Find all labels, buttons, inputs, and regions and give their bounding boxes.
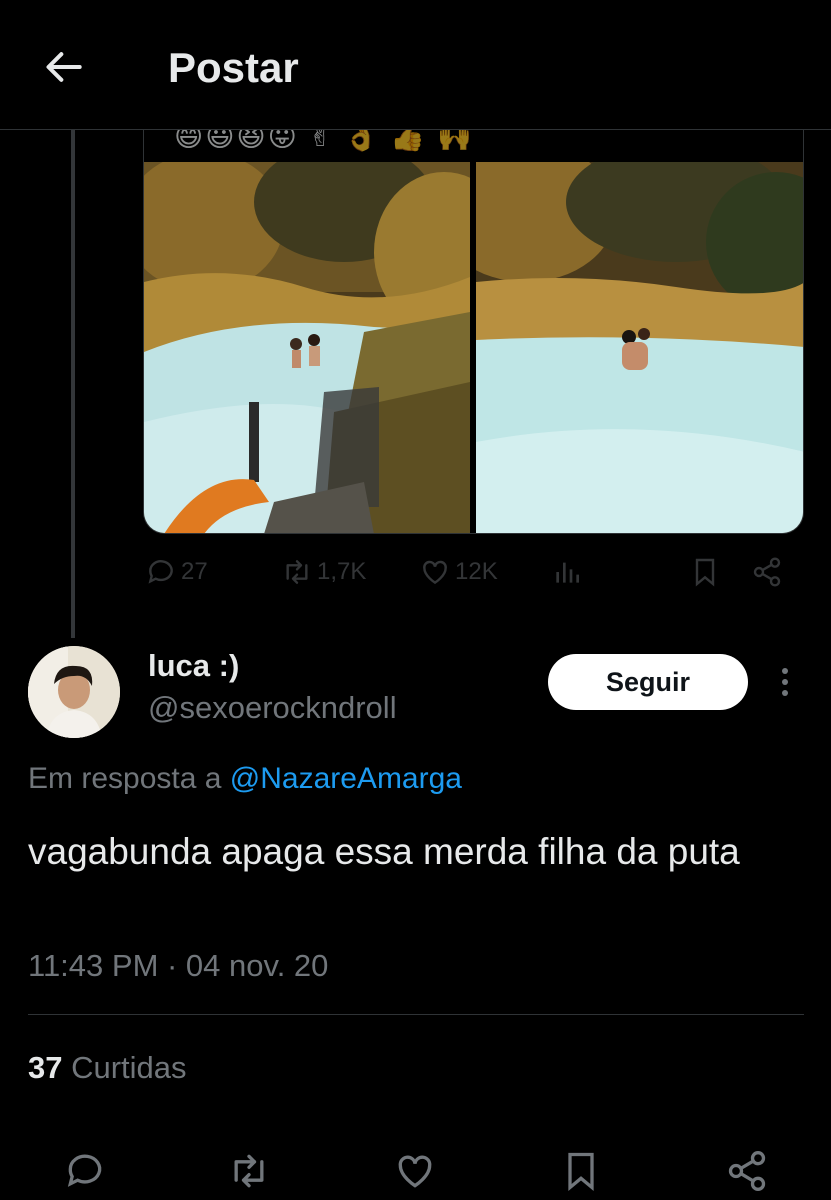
retweet-icon bbox=[286, 560, 308, 584]
media-photo-right[interactable] bbox=[476, 162, 803, 533]
display-name[interactable]: luca :) bbox=[148, 648, 239, 684]
parent-views-button[interactable] bbox=[551, 556, 583, 588]
share-icon bbox=[753, 557, 781, 587]
media-photo-left[interactable] bbox=[144, 162, 470, 533]
reply-button[interactable] bbox=[60, 1146, 110, 1196]
avatar[interactable] bbox=[28, 646, 120, 738]
retweet-button[interactable] bbox=[224, 1146, 274, 1196]
likes-summary[interactable]: 37 Curtidas bbox=[28, 1050, 187, 1086]
bookmark-button[interactable] bbox=[556, 1146, 606, 1196]
more-dots-icon bbox=[782, 668, 788, 674]
views-chart-icon bbox=[556, 562, 579, 583]
like-button[interactable] bbox=[390, 1146, 440, 1196]
likes-label: Curtidas bbox=[71, 1050, 187, 1085]
more-options-button[interactable] bbox=[770, 664, 800, 700]
reply-icon bbox=[148, 560, 173, 584]
tweet-timestamp[interactable]: 11:43 PM · 04 nov. 20 bbox=[28, 948, 328, 984]
bookmark-icon bbox=[695, 558, 715, 587]
follow-button[interactable]: Seguir bbox=[548, 654, 748, 710]
reply-icon bbox=[67, 1154, 102, 1187]
likes-count: 37 bbox=[28, 1050, 63, 1085]
parent-retweet-button[interactable]: 1,7K bbox=[281, 556, 366, 588]
parent-like-count: 12K bbox=[455, 558, 498, 585]
parent-reply-button[interactable]: 27 bbox=[145, 556, 208, 588]
retweet-icon bbox=[234, 1154, 264, 1188]
back-button[interactable] bbox=[40, 42, 90, 92]
bookmark-icon bbox=[568, 1152, 594, 1192]
divider bbox=[28, 1014, 804, 1015]
parent-like-button[interactable]: 12K bbox=[419, 556, 498, 588]
arrow-left-icon bbox=[46, 52, 82, 82]
tweet-text: vagabunda apaga essa merda filha da puta bbox=[28, 831, 740, 872]
thread-connector bbox=[71, 130, 75, 638]
page-title: Postar bbox=[168, 44, 299, 91]
parent-retweet-count: 1,7K bbox=[317, 558, 367, 585]
heart-icon bbox=[423, 560, 447, 585]
reply-context: Em resposta a @NazareAmarga bbox=[28, 762, 462, 796]
reply-prefix: Em resposta a bbox=[28, 762, 222, 795]
top-bar: Postar bbox=[0, 0, 831, 130]
parent-tweet-media[interactable]: 😄😃😆😛 ✌ 👌 👍 🙌 bbox=[143, 110, 804, 534]
reply-mention-link[interactable]: @NazareAmarga bbox=[230, 762, 462, 795]
tweet-action-bar bbox=[0, 1140, 831, 1200]
user-handle[interactable]: @sexoerockndroll bbox=[148, 690, 397, 726]
share-icon bbox=[728, 1151, 766, 1191]
heart-icon bbox=[398, 1155, 432, 1188]
share-button[interactable] bbox=[722, 1146, 772, 1196]
parent-reply-count: 27 bbox=[181, 558, 208, 585]
parent-tweet-actions: 27 1,7K 12K bbox=[143, 556, 804, 596]
parent-share-button[interactable] bbox=[751, 556, 783, 588]
parent-bookmark-button[interactable] bbox=[689, 556, 721, 588]
